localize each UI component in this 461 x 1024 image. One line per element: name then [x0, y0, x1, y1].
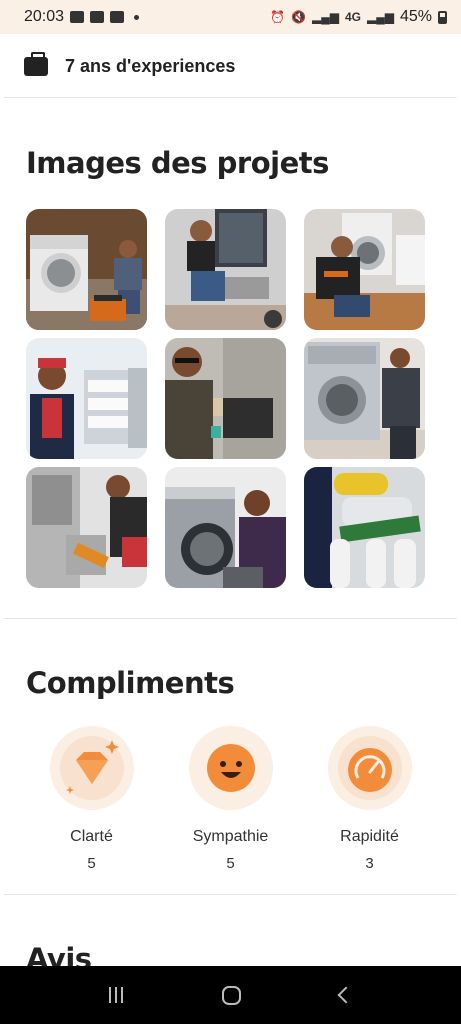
facebook-icon	[110, 11, 125, 23]
project-photo-grid	[26, 209, 426, 588]
project-photo-washer-drum[interactable]	[304, 338, 425, 459]
compliment-speed: Rapidité 3	[300, 726, 439, 872]
experience-text: 7 ans d'experiences	[65, 55, 236, 76]
project-photo-outdoor-unit[interactable]	[26, 467, 147, 588]
compliments-title: Compliments	[26, 666, 235, 700]
home-button[interactable]	[221, 985, 241, 1005]
system-nav-bar	[0, 966, 461, 1024]
project-photo-water-filter[interactable]	[304, 467, 425, 588]
divider	[4, 618, 457, 619]
compliment-sympathy: Sympathie 5	[161, 726, 300, 872]
divider	[4, 97, 457, 98]
diamond-icon	[49, 726, 134, 810]
network-type: 4G	[344, 10, 361, 24]
compliment-label: Clarté	[70, 828, 113, 845]
mute-icon: 🔇	[291, 10, 307, 24]
recent-apps-button[interactable]	[109, 987, 124, 1003]
battery-percent: 45%	[399, 8, 432, 25]
battery-icon	[438, 10, 447, 24]
divider	[4, 894, 457, 895]
experience-row: 7 ans d'experiences	[0, 36, 461, 96]
compliment-label: Rapidité	[340, 828, 399, 845]
signal-icon: ▂▄▆	[312, 10, 339, 24]
project-photo-electrical-panel[interactable]	[26, 338, 147, 459]
projects-title: Images des projets	[26, 146, 329, 180]
gallery-icon	[70, 11, 85, 23]
project-photo-fridge-repair[interactable]	[165, 209, 286, 330]
compliment-count: 5	[87, 855, 96, 872]
more-notifications-icon	[134, 14, 140, 20]
speedometer-icon	[327, 726, 412, 810]
status-time: 20:03	[24, 8, 65, 25]
smiley-icon	[188, 726, 273, 810]
status-bar: 20:03 ⏰ 🔇 ▂▄▆ 4G ▂▄▆ 45%	[0, 0, 461, 34]
alarm-icon: ⏰	[270, 10, 286, 24]
compliment-clarity: Clarté 5	[22, 726, 161, 872]
project-photo-front-loader[interactable]	[304, 209, 425, 330]
compliment-label: Sympathie	[192, 828, 269, 845]
signal-icon-2: ▂▄▆	[367, 10, 394, 24]
project-photo-washing-machine[interactable]	[26, 209, 147, 330]
project-photo-washer-open[interactable]	[165, 467, 286, 588]
compliment-count: 5	[226, 855, 235, 872]
project-photo-fridge-back[interactable]	[165, 338, 286, 459]
back-button[interactable]	[337, 986, 355, 1004]
youtube-icon	[90, 11, 105, 23]
compliments-row: Clarté 5 Sympathie 5 Rapidité 3	[0, 726, 461, 872]
compliment-count: 3	[365, 855, 374, 872]
briefcase-icon	[24, 51, 48, 76]
